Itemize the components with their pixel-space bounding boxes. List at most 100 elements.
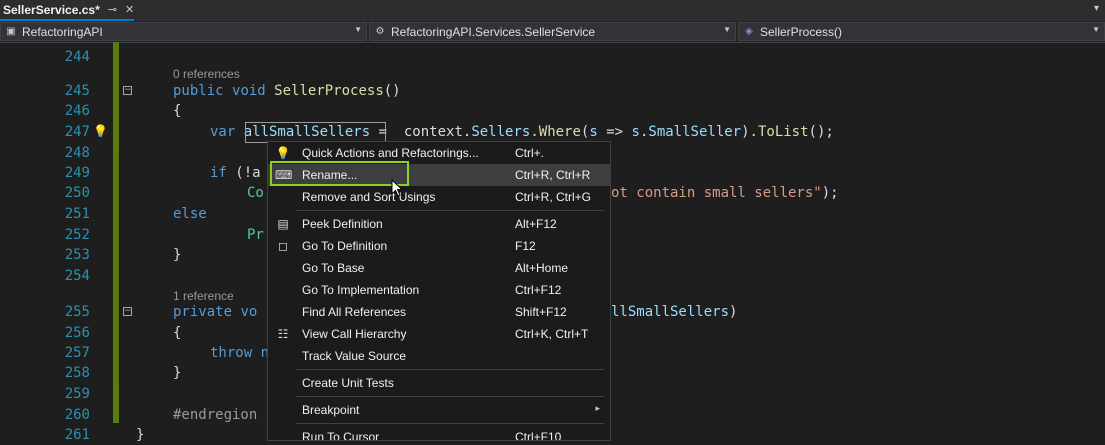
code-line: Pr bbox=[247, 227, 264, 243]
class-icon: ⚙ bbox=[375, 26, 385, 37]
line-number: 260 bbox=[64, 407, 90, 423]
menu-item-label: Go To Definition bbox=[302, 239, 388, 253]
menu-item-view-call-hierarchy[interactable]: ☷ View Call Hierarchy Ctrl+K, Ctrl+T bbox=[268, 323, 610, 345]
menu-separator bbox=[296, 210, 604, 211]
menu-item-peek-definition[interactable]: ▤ Peek Definition Alt+F12 bbox=[268, 213, 610, 235]
codelens-references[interactable]: 0 references bbox=[173, 67, 240, 81]
menu-item-label: Go To Implementation bbox=[302, 283, 420, 297]
pin-icon[interactable]: ⊸ bbox=[108, 3, 117, 16]
menu-item-label: Create Unit Tests bbox=[302, 376, 394, 390]
type-dropdown-label: RefactoringAPI.Services.SellerService bbox=[391, 24, 596, 39]
project-dropdown[interactable]: ▣ RefactoringAPI ▼ bbox=[0, 22, 367, 41]
line-number: 253 bbox=[64, 247, 90, 263]
line-number: 261 bbox=[64, 427, 90, 443]
line-number: 256 bbox=[64, 325, 90, 341]
code-line: Co bbox=[247, 185, 264, 201]
menu-item-label: Go To Base bbox=[302, 261, 365, 275]
member-dropdown[interactable]: ◈ SellerProcess() ▼ bbox=[738, 22, 1105, 41]
tab-title: SellerService.cs* bbox=[3, 2, 100, 17]
menu-item-find-all-references[interactable]: Find All References Shift+F12 bbox=[268, 301, 610, 323]
code-line: llSmallSellers) bbox=[611, 304, 738, 320]
collapse-toggle-icon[interactable]: − bbox=[123, 86, 132, 95]
code-line: #endregion bbox=[173, 407, 258, 423]
line-number: 257 bbox=[64, 345, 90, 361]
go-to-definition-icon: ◻ bbox=[278, 239, 288, 253]
menu-item-shortcut: F12 bbox=[515, 239, 536, 253]
type-dropdown[interactable]: ⚙ RefactoringAPI.Services.SellerService … bbox=[369, 22, 736, 41]
member-dropdown-label: SellerProcess() bbox=[760, 24, 843, 39]
menu-item-label: Remove and Sort Usings bbox=[302, 190, 436, 204]
line-number: 249 bbox=[64, 165, 90, 181]
line-number: 254 bbox=[64, 268, 90, 284]
menu-item-label: Quick Actions and Refactorings... bbox=[302, 146, 479, 160]
code-line: } bbox=[173, 247, 182, 263]
menu-item-shortcut: Alt+Home bbox=[515, 261, 569, 275]
menu-item-label: Run To Cursor bbox=[302, 430, 380, 441]
submenu-arrow-icon: ▸ bbox=[595, 403, 600, 413]
menu-item-shortcut: Ctrl+F10 bbox=[515, 430, 562, 441]
line-number: 252 bbox=[64, 227, 90, 243]
navigation-bar: ▣ RefactoringAPI ▼ ⚙ RefactoringAPI.Serv… bbox=[0, 21, 1105, 43]
menu-item-shortcut: Ctrl+R, Ctrl+G bbox=[515, 190, 592, 204]
line-number: 259 bbox=[64, 386, 90, 402]
close-icon[interactable]: ✕ bbox=[125, 3, 134, 16]
line-number: 245 bbox=[64, 83, 90, 99]
context-menu: 💡 Quick Actions and Refactorings... Ctrl… bbox=[267, 141, 611, 441]
call-hierarchy-icon: ☷ bbox=[277, 327, 289, 341]
code-line: private vo bbox=[173, 304, 258, 320]
collapse-toggle-icon[interactable]: − bbox=[123, 307, 132, 316]
menu-item-label: Find All References bbox=[302, 305, 407, 319]
code-line: { bbox=[173, 103, 182, 119]
menu-separator bbox=[296, 369, 604, 370]
code-line: throw n bbox=[210, 345, 270, 361]
line-number: 251 bbox=[64, 206, 90, 222]
code-line: else bbox=[173, 206, 207, 222]
menu-item-go-to-implementation[interactable]: Go To Implementation Ctrl+F12 bbox=[268, 279, 610, 301]
line-number: 258 bbox=[64, 365, 90, 381]
line-number: 244 bbox=[64, 49, 90, 65]
rename-highlight-box bbox=[270, 161, 409, 186]
chevron-down-icon: ▼ bbox=[354, 25, 362, 34]
menu-item-label: Breakpoint bbox=[302, 403, 360, 417]
method-icon: ◈ bbox=[745, 26, 753, 37]
menu-item-breakpoint[interactable]: Breakpoint ▸ bbox=[268, 399, 610, 421]
lightbulb-icon[interactable]: 💡 bbox=[93, 123, 108, 139]
code-line: ot contain small sellers"); bbox=[611, 185, 839, 201]
code-line: } bbox=[136, 427, 145, 443]
codelens-references[interactable]: 1 reference bbox=[173, 289, 234, 303]
chevron-down-icon: ▼ bbox=[1092, 25, 1100, 34]
project-dropdown-label: RefactoringAPI bbox=[22, 24, 103, 39]
menu-item-shortcut: Ctrl+. bbox=[515, 146, 545, 160]
menu-item-shortcut: Alt+F12 bbox=[515, 217, 557, 231]
menu-item-create-unit-tests[interactable]: Create Unit Tests bbox=[268, 372, 610, 394]
tab-overflow-icon[interactable]: ▾ bbox=[1094, 3, 1099, 14]
tab-seller-service[interactable]: SellerService.cs* ⊸ ✕ bbox=[0, 0, 135, 21]
line-number: 248 bbox=[64, 145, 90, 161]
line-number: 246 bbox=[64, 103, 90, 119]
menu-item-run-to-cursor[interactable]: Run To Cursor Ctrl+F10 bbox=[268, 426, 610, 441]
menu-item-shortcut: Ctrl+F12 bbox=[515, 283, 562, 297]
code-line: } bbox=[173, 365, 182, 381]
menu-item-shortcut: Ctrl+K, Ctrl+T bbox=[515, 327, 589, 341]
menu-item-shortcut: Ctrl+R, Ctrl+R bbox=[515, 168, 591, 182]
symbol-highlight bbox=[245, 122, 386, 143]
menu-item-remove-sort-usings[interactable]: Remove and Sort Usings Ctrl+R, Ctrl+G bbox=[268, 186, 610, 208]
menu-item-label: Peek Definition bbox=[302, 217, 383, 231]
menu-item-label: View Call Hierarchy bbox=[302, 327, 407, 341]
peek-definition-icon: ▤ bbox=[277, 217, 289, 231]
mouse-cursor-icon bbox=[391, 179, 403, 197]
menu-separator bbox=[296, 423, 604, 424]
code-line: if (!a bbox=[210, 165, 261, 181]
line-number: 250 bbox=[64, 185, 90, 201]
code-line: public void SellerProcess() bbox=[173, 83, 401, 99]
menu-separator bbox=[296, 396, 604, 397]
menu-item-go-to-definition[interactable]: ◻ Go To Definition F12 bbox=[268, 235, 610, 257]
code-line: { bbox=[173, 325, 182, 341]
document-tab-bar: SellerService.cs* ⊸ ✕ ▾ bbox=[0, 0, 1105, 22]
lightbulb-icon: 💡 bbox=[275, 146, 291, 160]
line-number: 247 bbox=[64, 124, 90, 140]
line-number: 255 bbox=[64, 304, 90, 320]
menu-item-go-to-base[interactable]: Go To Base Alt+Home bbox=[268, 257, 610, 279]
menu-item-label: Track Value Source bbox=[302, 349, 407, 363]
menu-item-track-value-source[interactable]: Track Value Source bbox=[268, 345, 610, 367]
